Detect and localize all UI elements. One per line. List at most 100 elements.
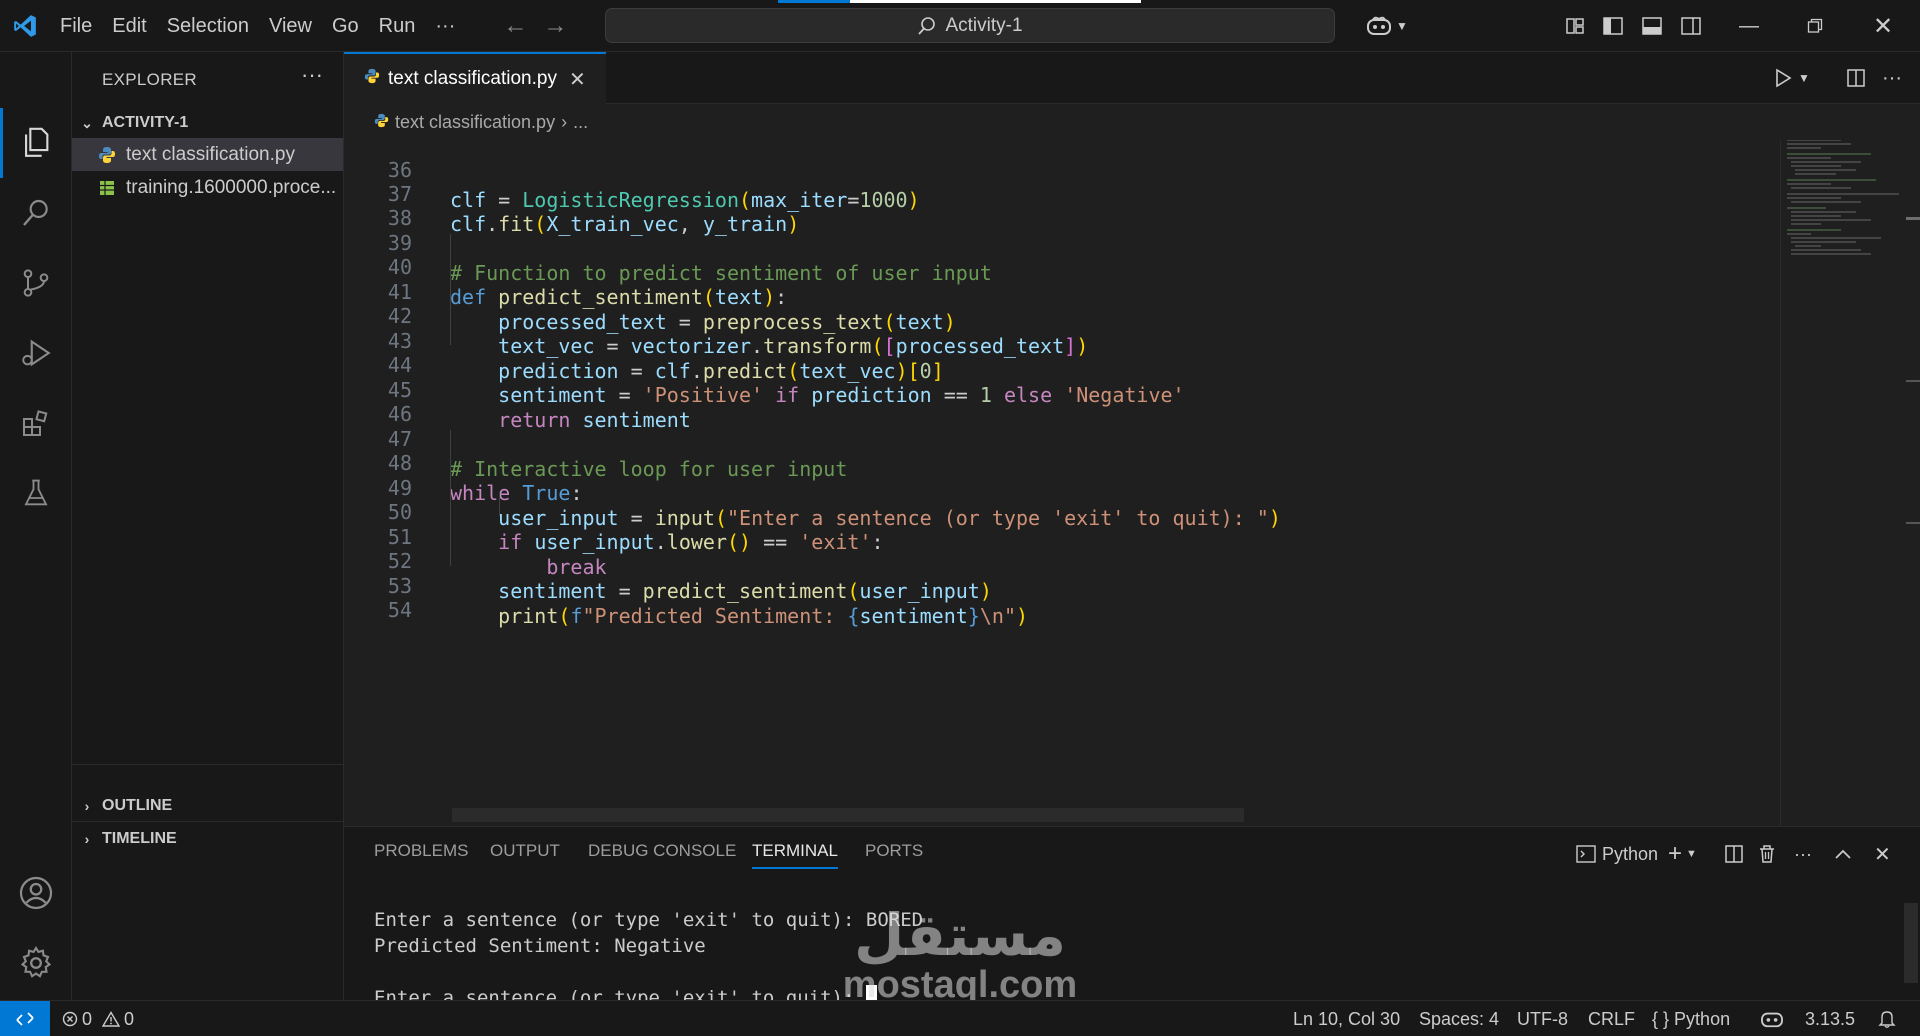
- warning-icon: [102, 1011, 121, 1027]
- kill-terminal-trash-icon[interactable]: [1758, 839, 1776, 869]
- file-text-classification[interactable]: text classification.py: [72, 138, 343, 171]
- language-label: Python: [1674, 1009, 1731, 1029]
- remote-window-button[interactable]: [0, 1001, 50, 1036]
- accounts-icon[interactable]: [0, 858, 72, 928]
- explorer-icon[interactable]: [0, 108, 72, 178]
- sidebar-more-actions-button[interactable]: ···: [301, 62, 323, 88]
- maximize-panel-chevron-up-icon[interactable]: [1834, 839, 1852, 869]
- minimap-preview: [1787, 139, 1899, 255]
- menu-go[interactable]: Go: [322, 0, 369, 52]
- breadcrumb-symbols[interactable]: ...: [573, 112, 588, 133]
- python-file-icon: [364, 68, 380, 90]
- customize-layout-icon[interactable]: [1560, 0, 1590, 52]
- explorer-sidebar: EXPLORER ··· ⌄ ACTIVITY-1 text classific…: [72, 52, 344, 1000]
- horizontal-scrollbar[interactable]: [452, 808, 1244, 822]
- notifications-bell-icon[interactable]: [1878, 1001, 1896, 1036]
- sidebar-title: EXPLORER: [102, 70, 197, 89]
- menu-edit[interactable]: Edit: [102, 0, 156, 52]
- code-line: 54: [387, 598, 412, 622]
- folder-label: ACTIVITY-1: [102, 114, 189, 131]
- tab-output[interactable]: OUTPUT: [490, 841, 560, 869]
- indentation-status[interactable]: Spaces: 4: [1419, 1001, 1499, 1036]
- editor-more-actions-button[interactable]: ···: [1882, 52, 1902, 104]
- code-editor[interactable]: 36 clf = LogisticRegression(max_iter=100…: [344, 140, 1780, 826]
- menu-file[interactable]: File: [50, 0, 102, 52]
- minimap[interactable]: [1780, 139, 1904, 826]
- split-terminal-icon[interactable]: [1724, 839, 1744, 869]
- terminal-profile-selector[interactable]: Python: [1576, 839, 1658, 869]
- file-label: text classification.py: [126, 143, 295, 165]
- terminal-profile-label: Python: [1602, 843, 1659, 864]
- folder-header-activity-1[interactable]: ⌄ ACTIVITY-1: [72, 108, 344, 138]
- indent-guide: [499, 492, 500, 516]
- run-python-file-button[interactable]: ▼: [1774, 52, 1810, 104]
- python-interpreter-status[interactable]: 3.13.5: [1805, 1001, 1855, 1036]
- copilot-icon: [1367, 16, 1392, 35]
- menu-view[interactable]: View: [259, 0, 322, 52]
- minimize-window-icon[interactable]: —: [1724, 0, 1774, 52]
- chevron-right-icon: ›: [84, 831, 90, 847]
- command-center-search[interactable]: Activity-1: [605, 8, 1335, 43]
- restore-window-icon[interactable]: [1790, 0, 1840, 52]
- outline-section-header[interactable]: › OUTLINE: [72, 791, 344, 821]
- breadcrumb: text classification.py › ...: [344, 104, 1780, 140]
- terminal-scrollbar[interactable]: [1904, 903, 1918, 983]
- scroll-marker: [1906, 380, 1920, 382]
- run-and-debug-icon[interactable]: [0, 318, 72, 388]
- copilot-status-icon[interactable]: [1760, 1001, 1784, 1036]
- toggle-secondary-sidebar-icon[interactable]: [1676, 0, 1706, 52]
- activity-bar: [0, 52, 72, 1000]
- eol-status[interactable]: CRLF: [1588, 1001, 1635, 1036]
- timeline-section-header[interactable]: › TIMELINE: [72, 824, 344, 854]
- python-file-icon: [374, 112, 389, 133]
- extensions-icon[interactable]: [0, 388, 72, 458]
- tab-text-classification[interactable]: text classification.py ✕: [344, 52, 606, 104]
- close-panel-icon[interactable]: ✕: [1874, 839, 1891, 869]
- breadcrumb-file[interactable]: text classification.py: [395, 112, 555, 133]
- menu-run[interactable]: Run: [369, 0, 426, 52]
- command-center-label: Activity-1: [945, 14, 1023, 36]
- tab-problems[interactable]: PROBLEMS: [374, 841, 468, 869]
- toggle-panel-icon[interactable]: [1637, 0, 1667, 52]
- file-label: training.1600000.proce...: [126, 176, 337, 198]
- menu-more-button[interactable]: ···: [425, 0, 465, 52]
- scroll-marker: [1906, 522, 1920, 524]
- back-arrow-icon[interactable]: ←: [495, 12, 535, 40]
- cursor-position-status[interactable]: Ln 10, Col 30: [1293, 1001, 1400, 1036]
- source-control-icon[interactable]: [0, 248, 72, 318]
- remote-icon: [16, 1012, 34, 1026]
- tab-ports[interactable]: PORTS: [865, 841, 923, 869]
- menu-selection[interactable]: Selection: [157, 0, 259, 52]
- search-icon: [918, 16, 936, 35]
- warning-count: 0: [124, 1009, 135, 1029]
- file-training-csv[interactable]: training.1600000.proce...: [72, 171, 343, 204]
- testing-flask-icon[interactable]: [0, 458, 72, 528]
- progress-indicator-accent: [778, 0, 850, 3]
- chevron-down-icon: ⌄: [81, 114, 93, 131]
- search-icon[interactable]: [0, 178, 72, 248]
- panel-more-actions-button[interactable]: ···: [1794, 839, 1812, 869]
- new-terminal-plus-icon[interactable]: + ▼: [1668, 839, 1697, 869]
- forward-arrow-icon[interactable]: →: [535, 12, 575, 40]
- watermark-arabic: مستقل: [853, 901, 1067, 969]
- outline-label: OUTLINE: [102, 797, 173, 814]
- watermark-latin: mostaql.com: [842, 964, 1078, 1006]
- tab-terminal[interactable]: TERMINAL: [752, 841, 838, 869]
- editor-tabs-bar: text classification.py ✕ ▼ ···: [344, 52, 1920, 104]
- language-mode-status[interactable]: { } Python: [1652, 1001, 1730, 1036]
- problems-status[interactable]: 0 0: [62, 1001, 134, 1036]
- scroll-position-marker: [1906, 217, 1920, 220]
- split-editor-icon[interactable]: [1846, 52, 1866, 104]
- section-divider: [72, 764, 344, 765]
- copilot-button[interactable]: ▼: [1352, 0, 1422, 52]
- settings-gear-icon[interactable]: [0, 928, 72, 998]
- toggle-sidebar-icon[interactable]: [1598, 0, 1628, 52]
- tab-debug-console[interactable]: DEBUG CONSOLE: [588, 841, 736, 869]
- close-tab-icon[interactable]: ✕: [569, 67, 586, 92]
- vertical-scrollbar[interactable]: [1904, 140, 1920, 826]
- code-text: print(f"Predicted Sentiment: {sentiment}…: [498, 604, 1029, 628]
- chevron-down-icon: ▼: [1798, 71, 1810, 85]
- vscode-logo-icon: [0, 0, 50, 52]
- close-window-icon[interactable]: ✕: [1858, 0, 1908, 52]
- encoding-status[interactable]: UTF-8: [1517, 1001, 1568, 1036]
